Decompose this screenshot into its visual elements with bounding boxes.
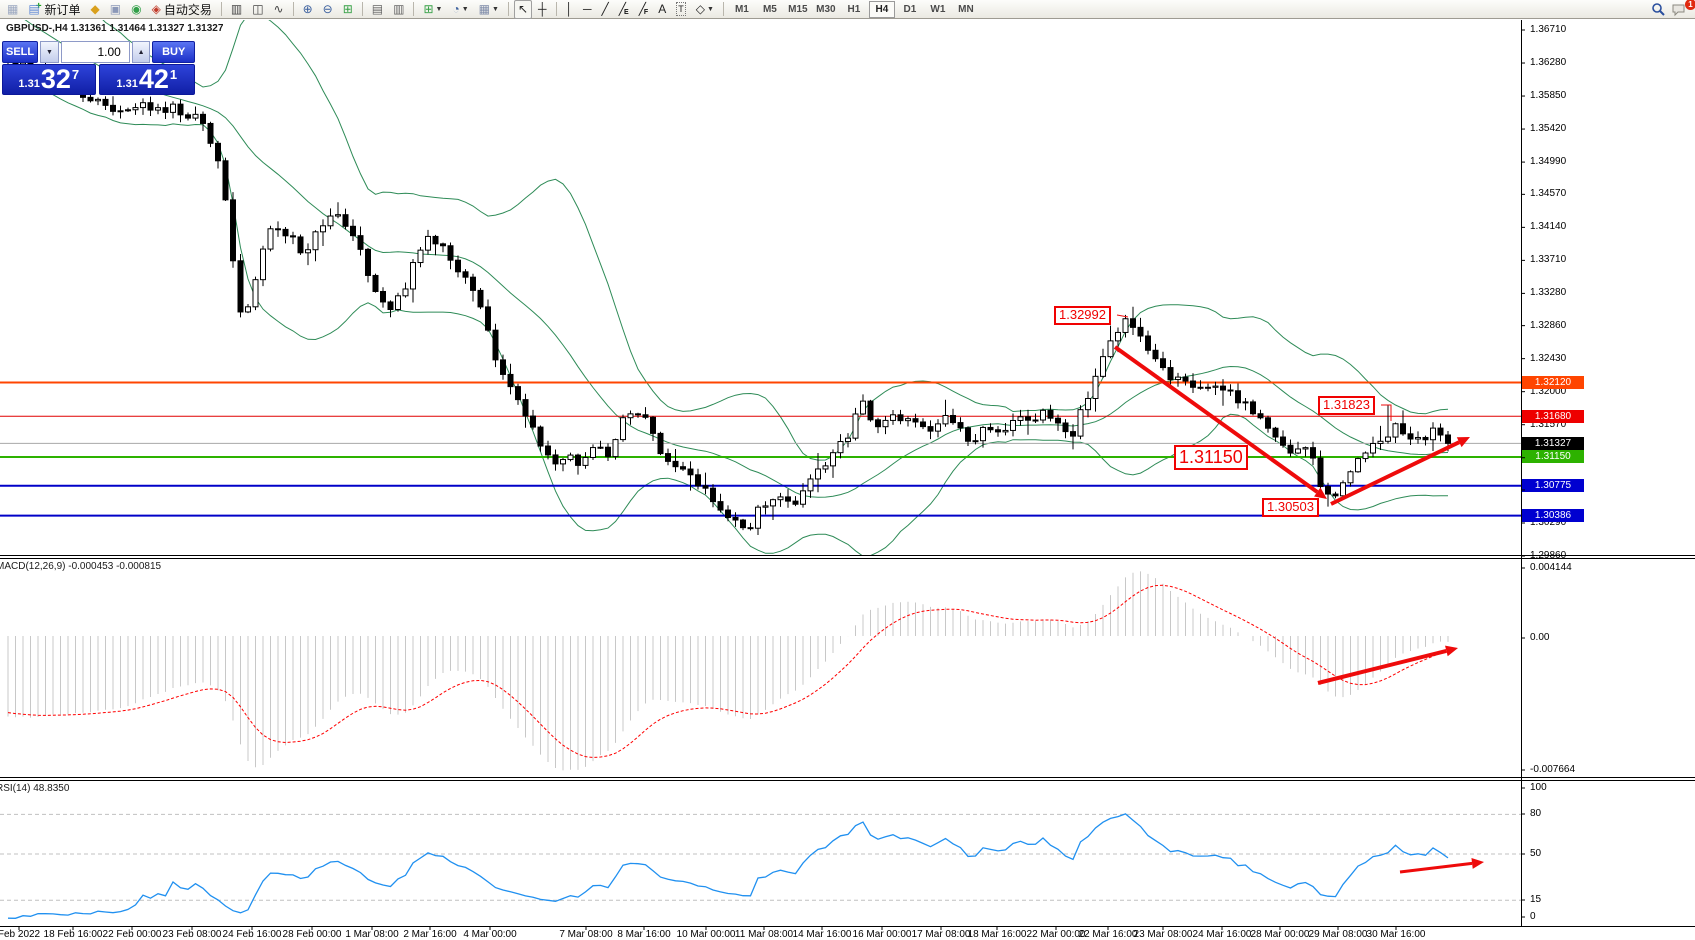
sell-price-display[interactable]: 1.31327 <box>2 64 96 95</box>
buy-price-display[interactable]: 1.31421 <box>99 64 195 95</box>
bollinger-band-line <box>8 8 1448 497</box>
rsi-line <box>8 814 1448 918</box>
price-label-annotation[interactable]: 1.31823 <box>1318 396 1375 415</box>
annotation-connector <box>1117 315 1128 317</box>
volume-increase-button[interactable]: ▲ <box>132 41 151 63</box>
trend-arrow[interactable] <box>1331 437 1470 504</box>
chart-title: GBPUSD-,H4 1.31361 1.31464 1.31327 1.313… <box>6 23 223 34</box>
buy-price-point: 1 <box>170 67 177 82</box>
sell-price-big-figure: 1.31 <box>18 78 39 90</box>
one-click-trading-panel: SELL ▼ 1.00 ▲ BUY 1.31327 1.31421 <box>2 41 195 95</box>
price-label-annotation[interactable]: 1.30503 <box>1262 498 1319 517</box>
trend-arrow[interactable] <box>1400 858 1484 872</box>
mt4-window: ▦▤+新订单◆▣◉◈自动交易▥◫∿⊕⊖⊞▤▥⊞▼◔▼▦▼↖┼│─╱╱E╱FAT◇… <box>0 0 1695 940</box>
volume-decrease-button[interactable]: ▼ <box>40 41 59 63</box>
bollinger-band-line <box>8 69 1448 556</box>
buy-button[interactable]: BUY <box>152 41 195 63</box>
buy-price-pips: 42 <box>139 66 169 93</box>
sell-price-point: 7 <box>72 67 79 82</box>
annotation-connector <box>1381 405 1391 421</box>
trend-arrow[interactable] <box>1115 347 1327 499</box>
macd-panel[interactable] <box>8 571 1448 770</box>
volume-input[interactable]: 1.00 <box>61 41 130 63</box>
sell-button[interactable]: SELL <box>2 41 38 63</box>
rsi-panel[interactable] <box>0 814 1521 918</box>
sell-price-pips: 32 <box>41 66 71 93</box>
buy-price-big-figure: 1.31 <box>116 78 137 90</box>
price-label-annotation[interactable]: 1.32992 <box>1054 306 1111 325</box>
price-label-annotation[interactable]: 1.31150 <box>1174 445 1248 470</box>
